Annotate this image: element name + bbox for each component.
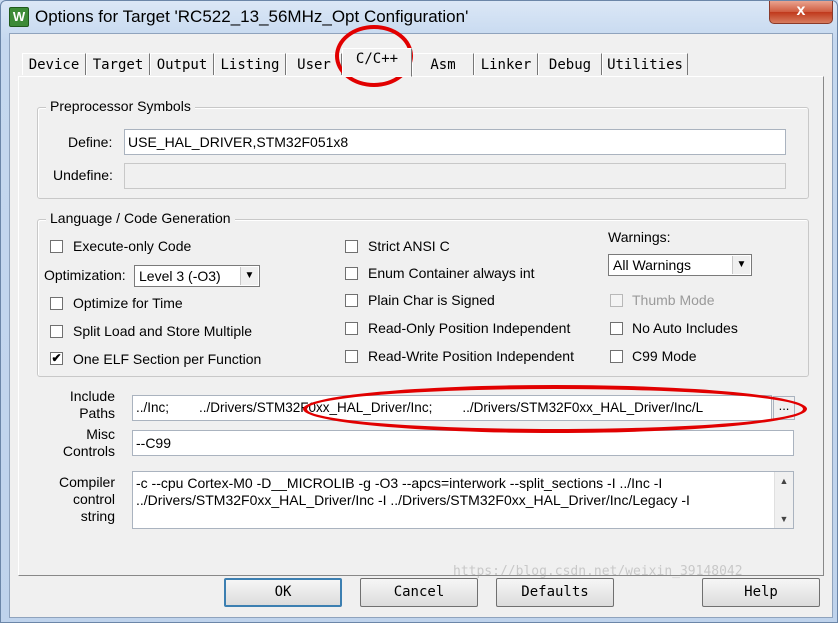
scroll-up-icon[interactable]: ▲ xyxy=(775,472,793,490)
execute-only-label: Execute-only Code xyxy=(73,238,192,254)
ropi-checkbox[interactable] xyxy=(345,322,358,335)
options-dialog-window: W Options for Target 'RC522_13_56MHz_Opt… xyxy=(0,0,838,623)
define-input[interactable]: USE_HAL_DRIVER,STM32F051x8 xyxy=(124,129,786,155)
app-icon: W xyxy=(9,7,29,27)
compiler-control-string[interactable]: -c --cpu Cortex-M0 -D__MICROLIB -g -O3 -… xyxy=(132,471,794,529)
tab-linker[interactable]: Linker xyxy=(474,53,538,75)
optimize-time-checkbox[interactable] xyxy=(50,297,63,310)
compiler-string-label-line1: Compiler xyxy=(58,474,115,490)
tab-utilities[interactable]: Utilities xyxy=(602,53,688,75)
optimization-select-value: Level 3 (-O3) xyxy=(139,268,221,284)
optimization-select[interactable]: Level 3 (-O3) ▼ xyxy=(134,265,260,287)
window-title: Options for Target 'RC522_13_56MHz_Opt C… xyxy=(35,7,469,26)
misc-controls-label-line1: Misc xyxy=(86,426,115,442)
compiler-string-label-line2: control xyxy=(72,491,115,507)
cpp-tab-page: Preprocessor Symbols Define: USE_HAL_DRI… xyxy=(18,76,824,576)
thumb-mode-label: Thumb Mode xyxy=(632,292,715,308)
c99-mode-label: C99 Mode xyxy=(632,348,697,364)
preprocessor-group-label: Preprocessor Symbols xyxy=(46,98,195,114)
no-auto-includes-checkbox[interactable] xyxy=(610,322,623,335)
compiler-string-label-line3: string xyxy=(80,508,115,524)
tab-asm[interactable]: Asm xyxy=(412,53,474,75)
warnings-select[interactable]: All Warnings ▼ xyxy=(608,254,752,276)
strict-ansi-label: Strict ANSI C xyxy=(368,238,450,254)
preprocessor-group: Preprocessor Symbols Define: USE_HAL_DRI… xyxy=(37,98,809,199)
compiler-string-line-1: -c --cpu Cortex-M0 -D__MICROLIB -g -O3 -… xyxy=(136,475,663,491)
chevron-down-icon: ▼ xyxy=(732,256,750,274)
tab-user[interactable]: User xyxy=(286,53,342,75)
paths-group: Include Paths ../Inc; ../Drivers/STM32F0… xyxy=(37,383,807,573)
language-group: Language / Code Generation Execute-only … xyxy=(37,210,809,377)
include-paths-label-line2: Paths xyxy=(79,405,115,421)
compiler-string-line-2: ../Drivers/STM32F0xx_HAL_Driver/Inc -I .… xyxy=(136,492,690,508)
enum-container-checkbox[interactable] xyxy=(345,267,358,280)
chevron-down-icon: ▼ xyxy=(240,267,258,285)
help-button[interactable]: Help xyxy=(702,578,820,607)
misc-controls-label-line2: Controls xyxy=(62,443,115,459)
plain-char-checkbox[interactable] xyxy=(345,294,358,307)
undefine-label: Undefine: xyxy=(53,167,113,183)
tab-cpp[interactable]: C/C++ xyxy=(342,48,412,77)
enum-container-label: Enum Container always int xyxy=(368,265,535,281)
rwpi-checkbox[interactable] xyxy=(345,350,358,363)
include-paths-browse-button[interactable]: ... xyxy=(773,396,795,420)
optimization-label: Optimization: xyxy=(44,267,126,283)
strict-ansi-checkbox[interactable] xyxy=(345,240,358,253)
warnings-label: Warnings: xyxy=(608,229,671,245)
tab-device[interactable]: Device xyxy=(22,53,86,75)
misc-controls-input[interactable]: --C99 xyxy=(132,430,794,456)
ropi-label: Read-Only Position Independent xyxy=(368,320,571,336)
compiler-string-scrollbar[interactable]: ▲ ▼ xyxy=(774,472,793,528)
title-bar[interactable]: W Options for Target 'RC522_13_56MHz_Opt… xyxy=(1,1,837,33)
tab-listing[interactable]: Listing xyxy=(214,53,286,75)
one-elf-label: One ELF Section per Function xyxy=(73,351,262,367)
define-label: Define: xyxy=(68,134,113,150)
ok-button[interactable]: OK xyxy=(224,578,342,607)
one-elf-checkbox[interactable]: ✔ xyxy=(50,352,63,365)
close-button[interactable]: x xyxy=(769,1,833,24)
thumb-mode-checkbox[interactable] xyxy=(610,294,623,307)
split-load-label: Split Load and Store Multiple xyxy=(73,323,252,339)
dialog-client-area: Device Target Output Listing User C/C++ … xyxy=(9,33,833,618)
include-paths-label-line1: Include xyxy=(69,388,115,404)
include-paths-input[interactable]: ../Inc; ../Drivers/STM32F0xx_HAL_Driver/… xyxy=(132,395,772,421)
split-load-checkbox[interactable] xyxy=(50,325,63,338)
tab-target[interactable]: Target xyxy=(86,53,150,75)
scroll-down-icon[interactable]: ▼ xyxy=(775,510,793,528)
rwpi-label: Read-Write Position Independent xyxy=(368,348,574,364)
optimize-time-label: Optimize for Time xyxy=(73,295,183,311)
cancel-button[interactable]: Cancel xyxy=(360,578,478,607)
no-auto-includes-label: No Auto Includes xyxy=(632,320,738,336)
warnings-select-value: All Warnings xyxy=(613,257,692,273)
execute-only-checkbox[interactable] xyxy=(50,240,63,253)
watermark-text: https://blog.csdn.net/weixin_39148042 xyxy=(453,564,743,579)
c99-mode-checkbox[interactable] xyxy=(610,350,623,363)
tab-strip: Device Target Output Listing User C/C++ … xyxy=(18,48,818,78)
tab-debug[interactable]: Debug xyxy=(538,53,602,75)
undefine-input[interactable] xyxy=(124,163,786,189)
defaults-button[interactable]: Defaults xyxy=(496,578,614,607)
tab-output[interactable]: Output xyxy=(150,53,214,75)
language-group-label: Language / Code Generation xyxy=(46,210,235,226)
plain-char-label: Plain Char is Signed xyxy=(368,292,495,308)
